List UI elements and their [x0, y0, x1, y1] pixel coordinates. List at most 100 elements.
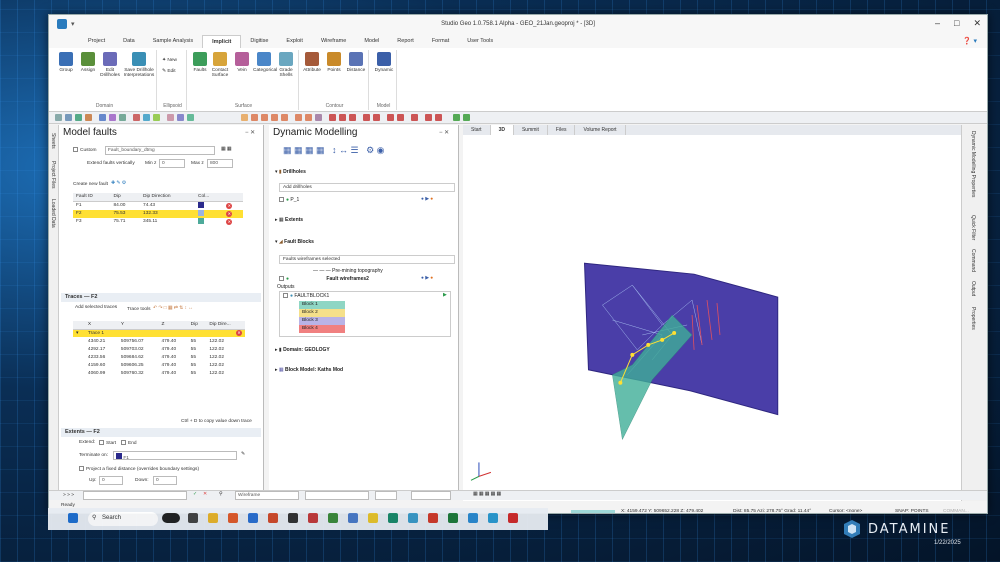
browser-icon[interactable]	[228, 513, 238, 523]
help-icon[interactable]: ❓ ▾	[963, 37, 977, 45]
panel-close-icon[interactable]: − ✕	[245, 129, 255, 136]
onenote-icon[interactable]	[308, 513, 318, 523]
toolbar-icon[interactable]	[363, 114, 370, 121]
custom-field-icons[interactable]: ▦ ▦	[221, 147, 231, 152]
app-icon[interactable]	[288, 513, 298, 523]
tab-user-tools[interactable]: User Tools	[458, 35, 502, 48]
create-fault-icons[interactable]: ✚ ✎ ⚙	[111, 181, 126, 186]
tab-start[interactable]: Start	[463, 125, 491, 135]
tab-3d[interactable]: 3D	[490, 125, 514, 135]
block-model-node[interactable]: ▸ ▦ Block Model: Kaths Mod	[275, 367, 343, 373]
tab-data[interactable]: Data	[114, 35, 144, 48]
block-3[interactable]: Block 3	[299, 317, 345, 325]
delete-trace-icon[interactable]: ✕	[236, 330, 242, 337]
distance-button[interactable]: Distance	[345, 52, 367, 73]
tab-report[interactable]: Report	[388, 35, 423, 48]
toolbar-icon[interactable]	[75, 114, 82, 121]
app-icon[interactable]	[388, 513, 398, 523]
toolbar-icon[interactable]	[55, 114, 62, 121]
domain-node[interactable]: ▸ ▮ Domain: GEOLOGY	[275, 347, 330, 353]
tab-summit[interactable]: Summit	[514, 125, 548, 135]
fault-row-selected[interactable]: F2 75.53 132.33 ✕	[73, 209, 243, 218]
view-toolbar-icons[interactable]: ▦ ▦ ▦ ▦ ▦	[473, 492, 501, 497]
fault-wireframes-select[interactable]: Faults wireframes selected	[279, 255, 455, 264]
tab-project[interactable]: Project	[79, 35, 114, 48]
toolbar-icon[interactable]	[329, 114, 336, 121]
toolbar-icon[interactable]	[305, 114, 312, 121]
toolbar-icon[interactable]	[315, 114, 322, 121]
terminate-select[interactable]: F1	[113, 451, 237, 461]
pick-icon[interactable]: ✎	[241, 452, 245, 457]
toolbar-icon[interactable]	[295, 114, 302, 121]
file-explorer-icon[interactable]	[208, 513, 218, 523]
tab-exploit[interactable]: Exploit	[277, 35, 312, 48]
delete-fault-icon[interactable]: ✕	[226, 210, 233, 217]
toolbar-icon[interactable]	[241, 114, 248, 121]
vein-button[interactable]: Vein	[231, 52, 253, 73]
toolbar-icon[interactable]	[373, 114, 380, 121]
accept-icon[interactable]: ✓	[193, 492, 197, 497]
side-tab-loaded-data[interactable]: Loaded Data	[50, 199, 56, 228]
cancel-icon[interactable]: ✕	[203, 492, 207, 497]
toolbar-icon[interactable]	[453, 114, 460, 121]
tab-format[interactable]: Format	[423, 35, 458, 48]
windows-start-icon[interactable]	[68, 513, 78, 523]
maximize-icon[interactable]: □	[954, 18, 959, 29]
group-button[interactable]: Group	[55, 52, 77, 73]
custom-checkbox[interactable]: Custom	[73, 147, 97, 153]
dip-dir-header[interactable]: Dip Dire...	[206, 321, 245, 330]
toolbar-icon[interactable]	[109, 114, 116, 121]
toolbar-icon[interactable]	[143, 114, 150, 121]
fault-blocks-node[interactable]: ▾ ◢ Fault Blocks	[275, 239, 314, 245]
traces-header[interactable]: Traces — F2	[61, 293, 261, 302]
app-icon[interactable]	[508, 513, 518, 523]
snap-mode[interactable]: SNAP: POINTS	[895, 509, 929, 513]
toolbar-icon[interactable]	[187, 114, 194, 121]
delete-fault-icon[interactable]: ✕	[226, 202, 233, 209]
tab-digitise[interactable]: Digitise	[241, 35, 277, 48]
toolbar-icon[interactable]	[177, 114, 184, 121]
extents-header[interactable]: Extents — F2	[61, 428, 261, 437]
trace-row-selected[interactable]: ▾ Trace 1 ✕	[73, 329, 245, 337]
start-checkbox[interactable]: Start	[99, 440, 116, 446]
tab-volume-report[interactable]: Volume Report	[575, 125, 626, 135]
toolbar-icon[interactable]	[281, 114, 288, 121]
toolbar-icon[interactable]	[387, 114, 394, 121]
tab-sample-analysis[interactable]: Sample Analysis	[144, 35, 202, 48]
fault-wireframes2-actions[interactable]: ● ▶ ●	[421, 276, 433, 281]
dip-direction-header[interactable]: Dip Direction	[140, 193, 195, 202]
side-tab-quick-filter[interactable]: Quick Filter	[970, 215, 976, 240]
drillhole-item-actions[interactable]: ● ▶ ●	[421, 197, 433, 202]
task-view-icon[interactable]	[188, 513, 198, 523]
max-z-field[interactable]: 800	[207, 159, 233, 168]
new-ellipsoid-button[interactable]: ✦ New	[162, 58, 177, 63]
trace-point-row[interactable]: 4159.60 509606.25 479.40 55 122.02	[73, 361, 245, 369]
3d-scene[interactable]	[463, 135, 961, 503]
powerpoint-icon[interactable]	[428, 513, 438, 523]
dynamic-button[interactable]: Dynamic	[373, 52, 395, 73]
min-z-field[interactable]: 0	[159, 159, 185, 168]
excel-icon[interactable]	[448, 513, 458, 523]
toolbar-icon[interactable]	[425, 114, 432, 121]
minimize-icon[interactable]: –	[935, 18, 940, 29]
option-select[interactable]	[375, 491, 397, 500]
3d-viewport[interactable]	[463, 135, 961, 503]
side-tab-sheets[interactable]: Sheets	[50, 133, 56, 149]
fault-color-swatch[interactable]	[198, 201, 204, 208]
fault-wireframes2-item[interactable]: ● Fault wireframes2	[279, 276, 369, 282]
app-icon[interactable]	[488, 513, 498, 523]
app-icon[interactable]	[468, 513, 478, 523]
drillhole-item[interactable]: ● P_1	[279, 197, 299, 203]
add-drillholes-select[interactable]: Add drillholes	[279, 183, 455, 192]
copilot-icon[interactable]	[162, 513, 180, 523]
toolbar-icon[interactable]	[463, 114, 470, 121]
trace-point-row[interactable]: 4060.99 509760.32 479.40 55 122.02	[73, 369, 245, 377]
toolbar-icon[interactable]	[85, 114, 92, 121]
extents-node[interactable]: ▸ ▦ Extents	[275, 217, 303, 223]
fault-id-header[interactable]: Fault ID	[73, 193, 111, 202]
side-tab-dm-properties[interactable]: Dynamic Modelling Properties	[970, 131, 976, 197]
close-icon[interactable]: ✕	[973, 18, 981, 29]
assign-button[interactable]: Assign	[77, 52, 99, 73]
premining-topography[interactable]: — — — Pre-mining topography	[313, 268, 383, 274]
tab-implicit[interactable]: Implicit	[202, 35, 242, 48]
